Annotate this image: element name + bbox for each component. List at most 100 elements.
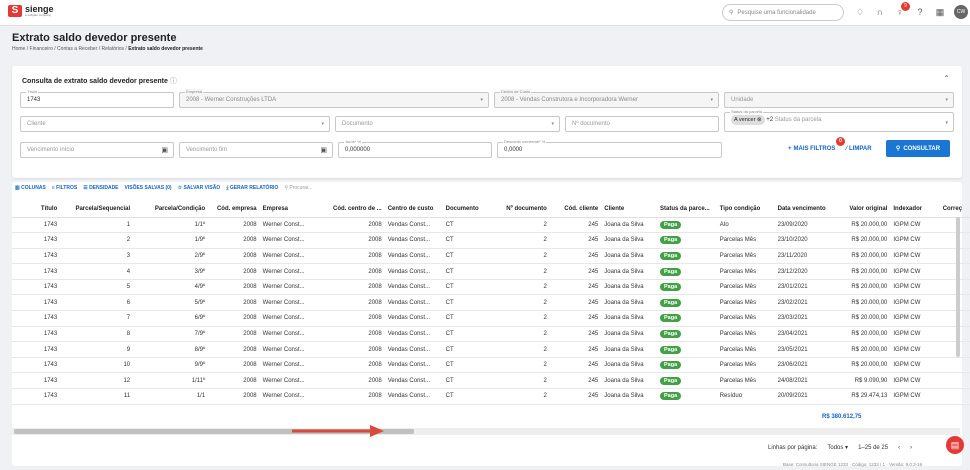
centro-custo-field[interactable]: Centro de Custo 2008 - Vendas Construtora…: [494, 89, 719, 108]
table-row[interactable]: 1743 2 1/9º 2008 Werner Const... 2008 Vendas C…: [12, 232, 970, 249]
column-header[interactable]: Nº documento: [487, 201, 550, 218]
breadcrumb-home[interactable]: Home: [12, 46, 25, 52]
table-cell: 23/11/2020: [774, 248, 835, 265]
table-cell: 9: [60, 341, 134, 358]
columns-button[interactable]: ▥ COLUNAS: [15, 185, 46, 191]
table-cell: 2: [487, 357, 550, 374]
vertical-scrollbar[interactable]: [956, 217, 960, 357]
unidade-field[interactable]: Unidade ▾: [724, 92, 954, 108]
column-header[interactable]: Data vencimento: [774, 201, 835, 218]
column-header[interactable]: Cód. empresa: [208, 201, 260, 218]
table-cell: 2: [487, 232, 550, 249]
report-button[interactable]: ⤓ GERAR RELATÓRIO: [226, 185, 278, 191]
column-header[interactable]: Cód. centro de ...: [326, 201, 385, 218]
empresa-field[interactable]: Empresa 2008 - Werner Construções LTDA ▾: [179, 89, 489, 108]
consultar-button[interactable]: ⚲ CONSULTAR: [886, 140, 950, 157]
notification-icon[interactable]: ♀ 9: [894, 2, 910, 18]
collapse-icon[interactable]: ⌃: [943, 74, 950, 83]
broom-icon: ⁄: [846, 146, 848, 152]
status-badge: Paga: [660, 283, 682, 292]
table-cell: Resíduo: [716, 388, 775, 405]
horizontal-scrollbar[interactable]: [12, 428, 960, 435]
table-cell: 245: [549, 294, 602, 312]
table-cell: 5/9º: [133, 294, 209, 312]
table-cell: IGPM CW: [890, 341, 940, 358]
table-cell: 1/11º: [133, 372, 209, 390]
column-header[interactable]: Parcela/Condição: [133, 201, 209, 218]
density-button[interactable]: ☰ DENSIDADE: [83, 185, 118, 191]
table-row[interactable]: 1743 12 1/11º 2008 Werner Const... 2008 Vendas…: [12, 372, 970, 390]
info-icon[interactable]: ⓘ: [170, 78, 177, 85]
save-view-button[interactable]: ☆ SALVAR VISÃO: [178, 185, 221, 191]
column-header[interactable]: Tipo condição: [716, 201, 775, 218]
next-page-icon[interactable]: ›: [910, 445, 912, 451]
vencimento-inicio-field[interactable]: Vencimento início ▣: [20, 142, 174, 158]
cliente-field[interactable]: Cliente ▾: [20, 116, 330, 132]
table-cell: 2: [487, 388, 550, 405]
avatar[interactable]: CW: [954, 5, 968, 19]
table-cell: Vendas Const...: [384, 372, 443, 390]
saved-views-button[interactable]: VISÕES SALVAS (0): [125, 185, 172, 191]
table-row[interactable]: 1743 9 8/9º 2008 Werner Const... 2008 Vendas C…: [12, 341, 970, 358]
status-badge: Paga: [660, 314, 682, 323]
table-cell: 2008: [208, 372, 260, 390]
column-header[interactable]: Documento: [442, 201, 488, 218]
titulo-field[interactable]: Título 1743: [20, 89, 174, 108]
numero-documento-field[interactable]: Nº documento: [565, 116, 719, 132]
table-cell: Paga: [657, 217, 717, 234]
vencimento-fim-field[interactable]: Vencimento fim ▣: [179, 142, 333, 158]
breadcrumb-relatorios[interactable]: Relatórios: [102, 46, 125, 52]
column-header[interactable]: Status da parce...: [657, 201, 717, 218]
rows-per-page-select[interactable]: Todos ▾: [827, 444, 848, 451]
column-header[interactable]: Valor original: [834, 201, 891, 218]
table-cell: 2: [487, 310, 550, 327]
column-header[interactable]: Empresa: [259, 201, 327, 218]
column-header[interactable]: Centro de custo: [384, 201, 443, 218]
table-cell: [939, 326, 970, 343]
apps-grid-icon[interactable]: ▦: [934, 6, 946, 18]
brand-logo[interactable]: S sienge a softplan company: [8, 5, 54, 17]
table-cell: R$ 20.000,00: [834, 263, 891, 280]
table-cell: Parcelas Mês: [716, 279, 775, 296]
column-header[interactable]: Cliente: [601, 201, 658, 218]
column-header[interactable]: Cód. cliente: [549, 201, 602, 218]
rocket-icon[interactable]: ♢: [854, 6, 866, 18]
table-row[interactable]: 1743 11 1/1 2008 Werner Const... 2008 Vendas C…: [12, 388, 970, 405]
table-cell: 2: [60, 232, 134, 249]
search-input[interactable]: ⚲ Pesquise uma funcionalidade: [722, 4, 844, 21]
total-value: R$ 380.612,75: [822, 414, 862, 420]
table-row[interactable]: 1743 6 5/9º 2008 Werner Const... 2008 Vendas C…: [12, 294, 970, 312]
limpar-button[interactable]: ⁄ LIMPAR: [846, 146, 872, 152]
table-row[interactable]: 1743 8 7/9º 2008 Werner Const... 2008 Vendas C…: [12, 326, 970, 343]
documento-field[interactable]: Documento ▾: [335, 116, 560, 132]
column-header[interactable]: Correç: [939, 201, 970, 218]
table-cell: Paga: [657, 263, 717, 280]
filters-button[interactable]: ≡ FILTROS: [52, 185, 77, 191]
table-row[interactable]: 1743 10 9/9º 2008 Werner Const... 2008 Vendas …: [12, 357, 970, 374]
breadcrumb-financeiro[interactable]: Financeiro: [30, 46, 53, 52]
column-header[interactable]: Indexador: [890, 201, 940, 218]
table-cell: 2: [487, 263, 550, 280]
table-cell: 10: [60, 357, 134, 374]
pagination: Linhas por página: Todos ▾ 1–25 de 25 ‹ …: [768, 444, 912, 452]
table-cell: R$ 20.000,00: [834, 310, 891, 327]
headset-icon[interactable]: ∩: [874, 6, 886, 18]
table-cell: R$ 9.090,90: [834, 372, 891, 390]
help-icon[interactable]: ?: [914, 6, 926, 18]
desconto-field[interactable]: Desconto comercial* % 0,0000: [497, 139, 722, 158]
breadcrumb-contas[interactable]: Contas a Receber: [57, 46, 97, 52]
prev-page-icon[interactable]: ‹: [898, 445, 900, 451]
column-header[interactable]: Parcela/Sequencial: [60, 201, 134, 218]
grid-search-input[interactable]: ⚲ Procurar...: [284, 185, 312, 191]
status-parcela-field[interactable]: Status da parcela A vencer ⊗ +2 Status da…: [724, 109, 954, 132]
mais-filtros-button[interactable]: + MAIS FILTROS 0: [788, 137, 845, 152]
table-row[interactable]: 1743 4 3/9º 2008 Werner Const... 2008 Vendas C…: [12, 263, 970, 280]
table-row[interactable]: 1743 1 1/1º 2008 Werner Const... 2008 Vendas C…: [12, 217, 970, 234]
chat-fab-icon[interactable]: ▤: [946, 436, 964, 454]
table-row[interactable]: 1743 5 4/9º 2008 Werner Const... 2008 Vendas C…: [12, 279, 970, 296]
column-header[interactable]: Título: [12, 201, 61, 218]
table-row[interactable]: 1743 3 2/9º 2008 Werner Const... 2008 Vendas C…: [12, 248, 970, 265]
juros-field[interactable]: Juros* % 0,000000: [338, 139, 492, 158]
table-cell: 245: [549, 357, 602, 374]
table-row[interactable]: 1743 7 6/9º 2008 Werner Const... 2008 Vendas C…: [12, 310, 970, 327]
